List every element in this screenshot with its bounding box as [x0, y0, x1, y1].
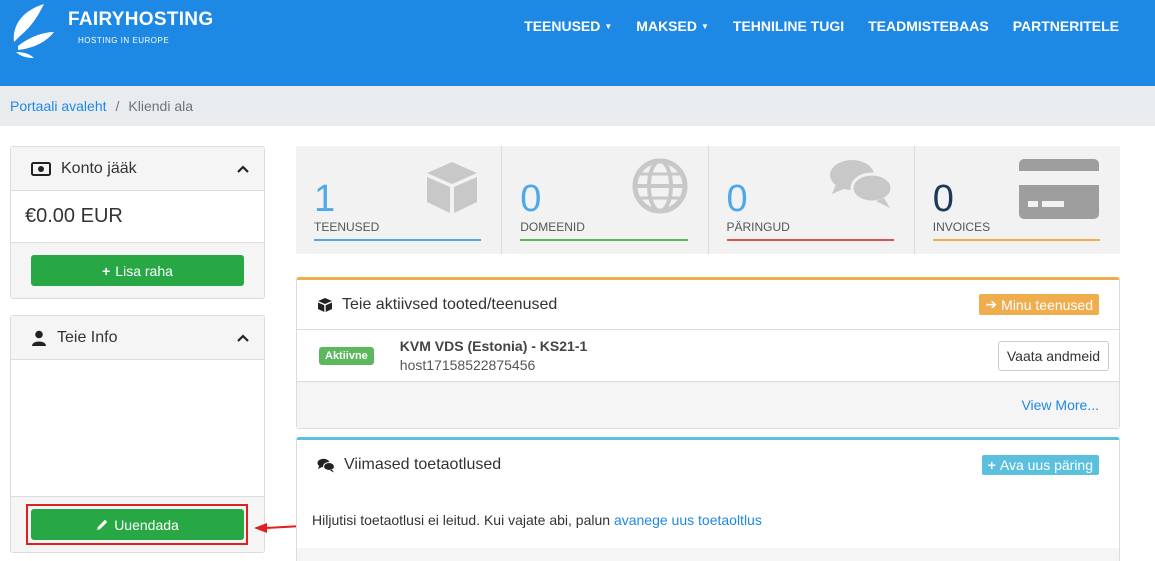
fairy-wing-icon — [13, 4, 54, 58]
balance-panel-title: Konto jääk — [61, 159, 137, 177]
plus-icon: + — [102, 262, 111, 279]
comments-icon — [317, 458, 335, 472]
nav-item-support[interactable]: TEHNILINE TUGI — [721, 18, 856, 34]
breadcrumb: Portaali avaleht / Kliendi ala — [0, 86, 1155, 126]
stat-tickets-value: 0 — [726, 178, 748, 220]
money-bill-icon — [31, 161, 51, 176]
nav-label: PARTNERITELE — [1012, 18, 1119, 34]
stat-invoices-bar — [932, 239, 1100, 241]
view-more-link[interactable]: View More... — [1021, 397, 1099, 413]
products-card-title: Teie aktiivsed tooted/teenused — [342, 295, 558, 313]
arrow-right-icon: ➔ — [985, 296, 998, 312]
balance-panel: Konto jääk €0.00 EUR + Lisa raha — [10, 146, 265, 299]
logo[interactable]: FAIRYHOSTING HOSTING IN EUROPE — [10, 2, 213, 58]
stat-invoices-value: 0 — [932, 178, 954, 220]
cube-icon — [427, 162, 478, 213]
nav-item-payments[interactable]: MAKSED ▼ — [624, 18, 721, 34]
stat-domains-bar — [520, 239, 688, 241]
info-panel-title: Teie Info — [57, 328, 118, 346]
stat-domains[interactable]: 0 DOMEENID — [502, 146, 709, 254]
my-services-label: Minu teenused — [1001, 296, 1093, 313]
stat-services-label: TEENUSED — [314, 220, 380, 234]
nav-label: TEADMISTEBAAS — [868, 18, 989, 34]
brand-tagline: HOSTING IN EUROPE — [78, 36, 170, 45]
credit-card-icon — [1019, 159, 1099, 219]
caret-down-icon: ▼ — [700, 21, 709, 31]
stat-tickets-label: PÄRINGUD — [726, 220, 790, 234]
add-funds-label: Lisa raha — [115, 262, 173, 279]
stat-services-value: 1 — [314, 178, 336, 220]
stat-tickets-bar — [726, 239, 894, 241]
comments-icon — [829, 160, 894, 208]
stat-domains-value: 0 — [520, 178, 542, 220]
brand-name: FAIRYHOSTING — [68, 9, 214, 30]
nav-label: TEHNILINE TUGI — [732, 18, 845, 34]
balance-amount: €0.00 EUR — [11, 191, 264, 243]
list-item[interactable]: Aktiivne KVM VDS (Estonia) - KS21-1 host… — [297, 330, 1119, 382]
no-tickets-message: Hiljutisi toetaotlusi ei leitud. Kui vaj… — [297, 490, 1119, 548]
tickets-card-footer — [297, 548, 1119, 561]
nav-label: TEENUSED — [524, 18, 601, 34]
products-card-footer: View More... — [297, 382, 1119, 428]
chevron-up-icon[interactable] — [236, 162, 250, 176]
caret-down-icon: ▼ — [604, 21, 613, 31]
info-panel-header: Teie Info — [11, 316, 264, 360]
breadcrumb-separator: / — [115, 98, 120, 114]
top-header: FAIRYHOSTING HOSTING IN EUROPE TEENUSED … — [0, 0, 1155, 86]
no-tickets-text: Hiljutisi toetaotlusi ei leitud. Kui vaj… — [312, 512, 611, 528]
my-services-button[interactable]: ➔ Minu teenused — [979, 294, 1099, 315]
add-funds-button[interactable]: + Lisa raha — [31, 255, 244, 286]
chevron-up-icon[interactable] — [236, 331, 250, 345]
open-ticket-link[interactable]: avanege uus toetaoltlus — [614, 512, 762, 528]
stat-invoices[interactable]: 0 INVOICES — [915, 146, 1120, 254]
globe-icon — [632, 158, 687, 214]
stat-services-bar — [314, 239, 482, 241]
main-nav: TEENUSED ▼ MAKSED ▼ TEHNILINE TUGI TEADM… — [512, 0, 1155, 52]
breadcrumb-home-link[interactable]: Portaali avaleht — [10, 98, 107, 114]
status-badge: Aktiivne — [319, 346, 374, 365]
balance-panel-header: Konto jääk — [11, 147, 264, 191]
breadcrumb-current: Kliendi ala — [128, 98, 194, 114]
product-name: KVM VDS (Estonia) - KS21-1 — [399, 338, 588, 354]
balance-panel-footer: + Lisa raha — [11, 243, 264, 298]
tickets-card-header: Viimased toetaotlused + Ava uus päring — [297, 440, 1119, 490]
stat-domains-label: DOMEENID — [520, 220, 585, 234]
product-info: KVM VDS (Estonia) - KS21-1 host171585228… — [400, 338, 998, 373]
annotation-highlight-box — [26, 504, 248, 545]
info-panel-body — [11, 360, 264, 497]
stats-bar: 1 TEENUSED 0 DOMEENID 0 PÄRINGUD 0 INVOI… — [296, 146, 1120, 254]
user-icon — [32, 330, 46, 346]
nav-item-knowledgebase[interactable]: TEADMISTEBAAS — [856, 18, 1001, 34]
stat-invoices-label: INVOICES — [932, 220, 991, 234]
view-details-button[interactable]: Vaata andmeid — [997, 340, 1109, 371]
stat-tickets[interactable]: 0 PÄRINGUD — [709, 146, 915, 254]
tickets-card-title: Viimased toetaotlused — [344, 456, 502, 473]
nav-item-partners[interactable]: PARTNERITELE — [1001, 18, 1155, 34]
stat-services[interactable]: 1 TEENUSED — [296, 146, 503, 254]
products-card-header: Teie aktiivsed tooted/teenused ➔ Minu te… — [297, 280, 1119, 330]
product-hostname: host17158522875456 — [399, 357, 536, 373]
open-ticket-button[interactable]: + Ava uus päring — [981, 455, 1099, 475]
cube-icon — [318, 297, 332, 312]
nav-item-services[interactable]: TEENUSED ▼ — [512, 18, 624, 34]
open-ticket-label: Ava uus päring — [999, 457, 1093, 473]
plus-icon: + — [987, 457, 996, 473]
tickets-card: Viimased toetaotlused + Ava uus päring H… — [296, 437, 1120, 561]
products-card: Teie aktiivsed tooted/teenused ➔ Minu te… — [296, 277, 1120, 429]
nav-label: MAKSED — [636, 18, 697, 34]
